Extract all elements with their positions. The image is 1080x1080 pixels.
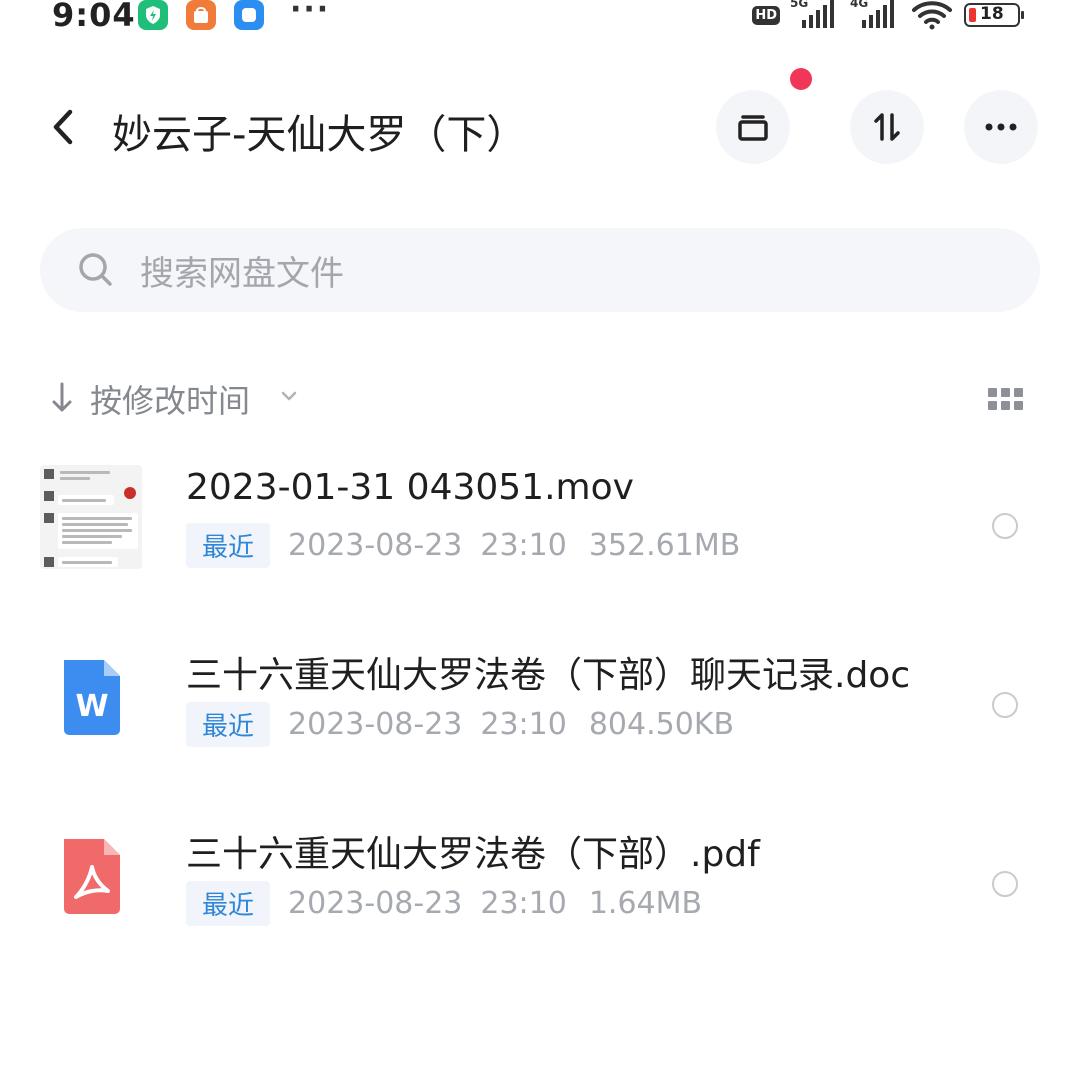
select-radio[interactable] — [992, 513, 1018, 539]
wifi-icon — [910, 0, 954, 30]
file-name: 三十六重天仙大罗法卷（下部）聊天记录.doc — [186, 655, 911, 696]
file-name: 2023-01-31 043051.mov — [186, 467, 634, 508]
arrow-down-icon — [52, 382, 72, 412]
status-right: HD 5G 4G 18 — [752, 0, 1024, 30]
sort-order-dropdown[interactable]: 按修改时间 — [90, 376, 250, 422]
word-doc-icon: W — [40, 644, 142, 748]
file-list-item[interactable]: W 三十六重天仙大罗法卷（下部）聊天记录.doc 最近 2023-08-23 2… — [0, 634, 1080, 784]
select-radio[interactable] — [992, 871, 1018, 897]
file-meta: 最近 2023-08-23 23:10 352.61MB — [186, 523, 740, 568]
file-list-item[interactable]: 三十六重天仙大罗法卷（下部）.pdf 最近 2023-08-23 23:10 1… — [0, 813, 1080, 963]
search-bar[interactable]: 搜索网盘文件 — [40, 228, 1040, 312]
more-options-button[interactable] — [964, 90, 1038, 164]
search-icon — [79, 253, 112, 286]
more-horizontal-icon — [985, 123, 1017, 131]
file-date: 2023-08-23 — [288, 886, 463, 921]
hd-badge: HD — [752, 5, 780, 25]
header: 妙云子-天仙大罗（下） — [0, 68, 1080, 180]
file-size: 804.50KB — [588, 707, 735, 742]
notification-dot — [790, 68, 812, 90]
video-thumbnail-icon — [40, 465, 142, 569]
sort-arrows-icon — [874, 113, 900, 141]
file-meta: 最近 2023-08-23 23:10 804.50KB — [186, 702, 734, 747]
cloud-app-icon — [234, 0, 264, 30]
shield-app-icon — [138, 0, 168, 30]
svg-text:W: W — [75, 689, 108, 724]
file-list-item[interactable]: 2023-01-31 043051.mov 最近 2023-08-23 23:1… — [0, 455, 1080, 605]
chevron-left-icon — [53, 109, 73, 145]
signal-5g-icon: 5G — [790, 0, 840, 30]
page-title: 妙云子-天仙大罗（下） — [112, 112, 527, 158]
recent-tag: 最近 — [186, 702, 271, 747]
file-time: 23:10 — [480, 707, 567, 742]
back-button[interactable] — [44, 102, 84, 152]
file-date: 2023-08-23 — [288, 707, 463, 742]
archive-box-icon — [738, 115, 768, 141]
file-name: 三十六重天仙大罗法卷（下部）.pdf — [186, 834, 760, 875]
file-size: 1.64MB — [588, 886, 703, 921]
select-radio[interactable] — [992, 692, 1018, 718]
search-input[interactable]: 搜索网盘文件 — [140, 246, 344, 295]
chevron-down-icon[interactable] — [280, 390, 298, 402]
status-bar: 9:04 ··· HD 5G 4G 18 — [0, 0, 1080, 44]
file-meta: 最近 2023-08-23 23:10 1.64MB — [186, 881, 702, 926]
file-size: 352.61MB — [588, 528, 741, 563]
battery-icon: 18 — [964, 3, 1024, 27]
file-time: 23:10 — [480, 528, 567, 563]
pdf-icon — [40, 823, 142, 927]
file-time: 23:10 — [480, 886, 567, 921]
transfer-list-button[interactable] — [716, 90, 790, 164]
grid-view-toggle[interactable] — [988, 388, 1024, 412]
recent-tag: 最近 — [186, 523, 271, 568]
status-time: 9:04 — [52, 0, 136, 34]
recent-tag: 最近 — [186, 881, 271, 926]
sort-button[interactable] — [850, 90, 924, 164]
more-notifications: ··· — [290, 0, 331, 27]
sort-row: 按修改时间 — [0, 370, 1080, 430]
signal-4g-icon: 4G — [850, 0, 900, 30]
file-date: 2023-08-23 — [288, 528, 463, 563]
shopping-app-icon — [186, 0, 216, 30]
